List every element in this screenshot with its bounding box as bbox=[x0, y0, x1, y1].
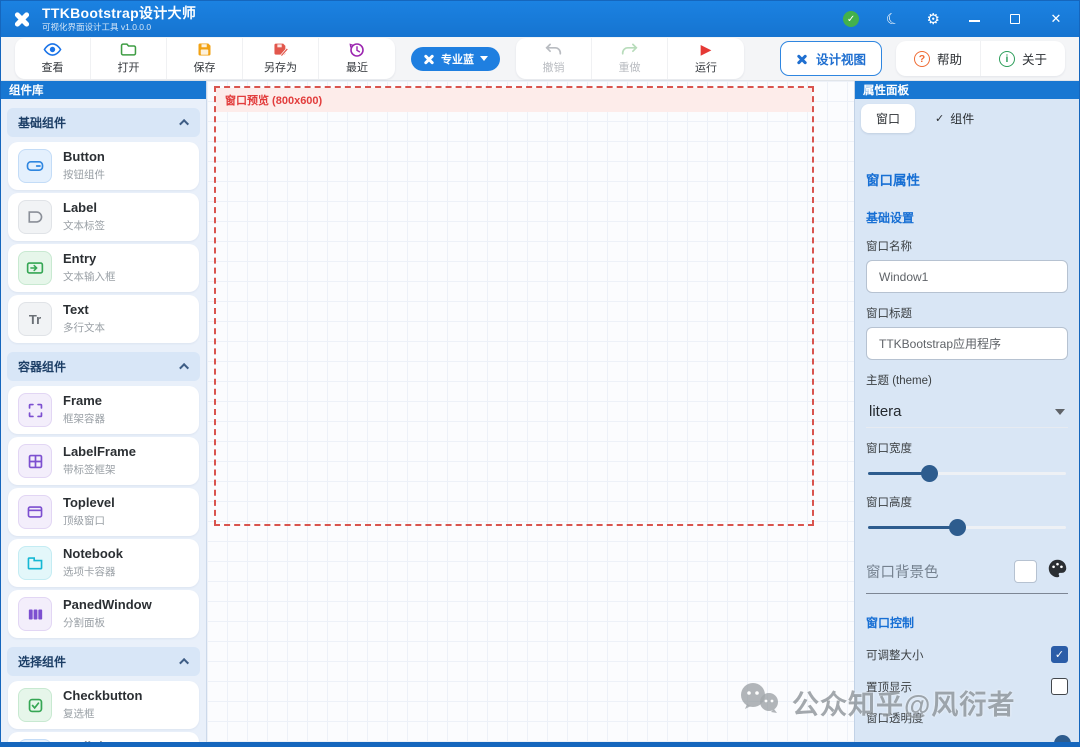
widget-card-button[interactable]: Button 按钮组件 bbox=[8, 142, 199, 190]
slider-thumb[interactable] bbox=[949, 519, 967, 536]
properties-panel-header: 属性面板 bbox=[855, 81, 1079, 99]
chevron-up-icon bbox=[179, 657, 190, 668]
label-widget-icon bbox=[18, 200, 52, 234]
color-swatch[interactable] bbox=[1014, 559, 1037, 583]
minimize-button[interactable] bbox=[967, 12, 981, 27]
toolbar: 查看 打开 保存 另存为 最近 专业蓝 撤销 重做 ▶ 运行 设计视图 ? 帮助… bbox=[1, 37, 1079, 81]
window-width-slider[interactable] bbox=[868, 465, 1066, 482]
view-button[interactable]: 查看 bbox=[15, 38, 91, 79]
tab-component[interactable]: ✓ 组件 bbox=[920, 104, 989, 133]
window-height-label: 窗口高度 bbox=[866, 497, 912, 509]
widget-card-entry[interactable]: Entry 文本输入框 bbox=[8, 244, 199, 292]
widget-card-checkbutton[interactable]: Checkbutton 复选框 bbox=[8, 681, 199, 729]
app-title: TTKBootstrap设计大师 bbox=[42, 5, 197, 22]
widget-card-frame[interactable]: Frame 框架容器 bbox=[8, 386, 199, 434]
panedwindow-widget-icon bbox=[18, 597, 52, 631]
dark-mode-toggle-icon[interactable]: ☾ bbox=[883, 8, 902, 30]
entry-widget-icon bbox=[18, 251, 52, 285]
folder-icon bbox=[120, 41, 137, 58]
section-container-components[interactable]: 容器组件 bbox=[7, 352, 200, 381]
eye-icon bbox=[43, 41, 62, 58]
widget-card-text[interactable]: Tr Text 多行文本 bbox=[8, 295, 199, 343]
window-bottom-edge bbox=[1, 742, 1079, 746]
tab-window[interactable]: 窗口 bbox=[861, 104, 916, 133]
redo-button[interactable]: 重做 bbox=[592, 38, 668, 79]
status-check-icon: ✓ bbox=[843, 11, 860, 27]
window-title-label: 窗口标题 bbox=[866, 308, 912, 320]
component-library-header: 组件库 bbox=[1, 81, 206, 99]
widget-card-toplevel[interactable]: Toplevel 顶级窗口 bbox=[8, 488, 199, 536]
button-widget-icon bbox=[18, 149, 52, 183]
topmost-checkbox[interactable] bbox=[1051, 678, 1068, 695]
window-width-label: 窗口宽度 bbox=[866, 443, 912, 455]
properties-panel: 属性面板 窗口 ✓ 组件 窗口属性 基础设置 窗口名称 Window1 窗口标题… bbox=[854, 81, 1079, 746]
play-icon: ▶ bbox=[700, 41, 712, 57]
alpha-label: 窗口透明度 bbox=[866, 713, 924, 725]
chevron-down-icon bbox=[480, 56, 488, 61]
clock-history-icon bbox=[349, 41, 365, 58]
widget-card-panedwindow[interactable]: PanedWindow 分割面板 bbox=[8, 590, 199, 638]
chevron-up-icon bbox=[179, 118, 190, 129]
labelframe-widget-icon bbox=[18, 444, 52, 478]
chevron-down-icon bbox=[1055, 408, 1065, 415]
undo-button[interactable]: 撤销 bbox=[516, 38, 592, 79]
widget-card-notebook[interactable]: Notebook 选项卡容器 bbox=[8, 539, 199, 587]
slider-thumb[interactable] bbox=[921, 465, 939, 482]
titlebar: TTKBootstrap设计大师 可视化界面设计工具 v1.0.0.0 ✓ ☾ … bbox=[1, 1, 1079, 37]
section-selection-components[interactable]: 选择组件 bbox=[7, 647, 200, 676]
tools-x-icon bbox=[423, 53, 435, 65]
save-as-button[interactable]: 另存为 bbox=[243, 38, 319, 79]
widget-card-labelframe[interactable]: LabelFrame 带标签框架 bbox=[8, 437, 199, 485]
check-icon: ✓ bbox=[935, 113, 945, 125]
recent-button[interactable]: 最近 bbox=[319, 38, 395, 79]
theme-label: 主题 (theme) bbox=[866, 375, 932, 387]
text-widget-icon: Tr bbox=[18, 302, 52, 336]
theme-dropdown[interactable]: 专业蓝 bbox=[411, 46, 500, 71]
undo-arrow-icon bbox=[545, 41, 562, 58]
app-window: TTKBootstrap设计大师 可视化界面设计工具 v1.0.0.0 ✓ ☾ … bbox=[0, 0, 1080, 747]
maximize-button[interactable] bbox=[1008, 12, 1022, 27]
widget-card-label[interactable]: Label 文本标签 bbox=[8, 193, 199, 241]
section-basic-components[interactable]: 基础组件 bbox=[7, 108, 200, 137]
app-subtitle: 可视化界面设计工具 v1.0.0.0 bbox=[42, 21, 152, 32]
close-button[interactable]: ✕ bbox=[1049, 11, 1063, 27]
open-button[interactable]: 打开 bbox=[91, 38, 167, 79]
basic-settings-heading: 基础设置 bbox=[866, 211, 915, 225]
design-tools-icon bbox=[796, 53, 808, 65]
floppy-save-icon bbox=[197, 41, 212, 58]
settings-gear-icon[interactable]: ⚙ bbox=[927, 10, 940, 28]
checkbutton-widget-icon bbox=[18, 688, 52, 722]
window-preview-frame[interactable]: 窗口预览 (800x600) bbox=[214, 86, 814, 526]
info-icon: i bbox=[998, 50, 1015, 67]
window-height-slider[interactable] bbox=[868, 519, 1066, 536]
chevron-up-icon bbox=[179, 362, 190, 373]
notebook-widget-icon bbox=[18, 546, 52, 580]
frame-widget-icon bbox=[18, 393, 52, 427]
design-view-button[interactable]: 设计视图 bbox=[779, 41, 882, 76]
help-button[interactable]: ? 帮助 bbox=[896, 41, 981, 76]
window-title-input[interactable]: TTKBootstrap应用程序 bbox=[866, 327, 1068, 360]
window-control-heading: 窗口控制 bbox=[866, 616, 915, 630]
app-logo-icon bbox=[11, 8, 33, 30]
save-button[interactable]: 保存 bbox=[167, 38, 243, 79]
window-bg-color-label: 窗口背景色 bbox=[866, 564, 939, 581]
resizable-label: 可调整大小 bbox=[866, 649, 924, 662]
floppy-edit-icon bbox=[273, 41, 289, 58]
resizable-checkbox[interactable]: ✓ bbox=[1051, 646, 1068, 663]
window-props-heading: 窗口属性 bbox=[866, 173, 920, 188]
window-name-label: 窗口名称 bbox=[866, 241, 912, 253]
redo-arrow-icon bbox=[621, 41, 638, 58]
design-canvas[interactable]: 窗口预览 (800x600) bbox=[207, 81, 854, 746]
question-icon: ? bbox=[913, 50, 930, 67]
about-button[interactable]: i 关于 bbox=[981, 41, 1065, 76]
toplevel-widget-icon bbox=[18, 495, 52, 529]
theme-select[interactable]: litera bbox=[866, 394, 1068, 428]
window-preview-label: 窗口预览 (800x600) bbox=[216, 88, 812, 112]
window-name-input[interactable]: Window1 bbox=[866, 260, 1068, 293]
run-button[interactable]: ▶ 运行 bbox=[668, 38, 744, 79]
palette-icon[interactable] bbox=[1047, 558, 1068, 584]
topmost-label: 置顶显示 bbox=[866, 681, 912, 694]
component-library-panel: 组件库 基础组件 Button 按钮组件 Label 文本标签 Entry 文本… bbox=[1, 81, 207, 746]
